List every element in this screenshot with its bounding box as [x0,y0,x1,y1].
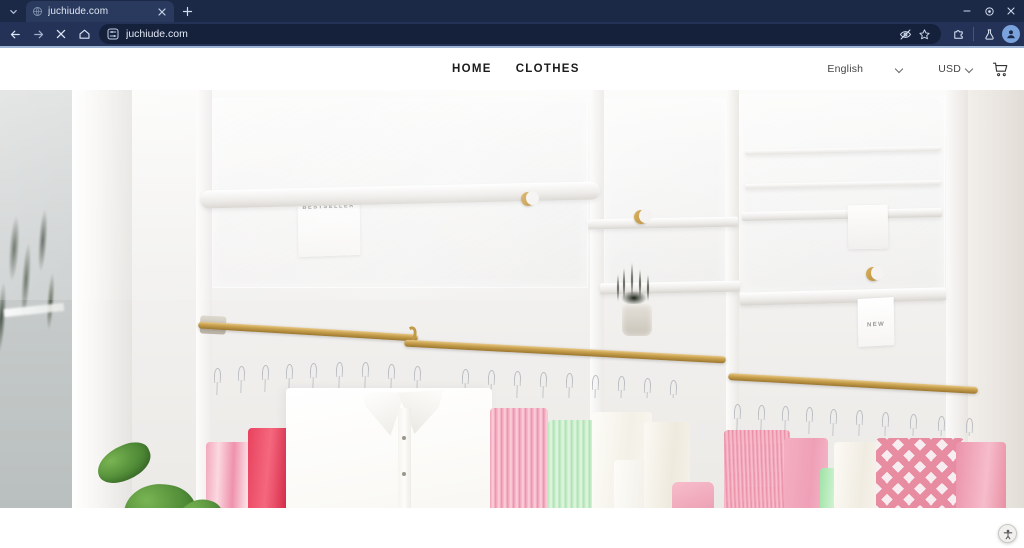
garment-pink-houndstooth [876,438,964,508]
eye-slash-icon[interactable] [897,26,914,43]
crescent-moon-decor-icon [866,266,884,281]
address-bar-url: juchiude.com [126,28,188,40]
star-icon[interactable] [916,26,933,43]
back-arrow-icon[interactable] [4,23,26,45]
tune-sliders-icon[interactable] [107,28,119,40]
header-utilities: English USD [827,59,1010,79]
shopping-cart-icon[interactable] [990,59,1010,79]
chevron-down-icon [965,65,974,74]
potted-spiky-plant [606,254,666,338]
close-icon[interactable] [155,5,168,18]
accessibility-person-icon[interactable] [998,524,1017,543]
hanger-hook [965,417,974,434]
flask-icon[interactable] [978,23,1000,45]
tab-strip: juchiude.com [0,0,1024,22]
hanger-hook [881,411,890,428]
hanger-hook [461,368,470,385]
chevron-down-icon [895,65,904,74]
hanger-hook [937,415,946,432]
address-bar[interactable]: juchiude.com [99,24,941,44]
address-bar-actions [897,26,933,43]
hanger-hook [855,409,864,426]
hanger-hook [643,377,652,394]
nav-link-clothes[interactable]: CLOTHES [516,63,580,75]
window-controls [956,0,1022,22]
shirt-placket [398,408,411,508]
hanger-hook [513,370,522,387]
hero-image: BESTSELLER NEW [0,90,1024,508]
glass-vase [622,304,652,336]
globe-icon [32,6,43,17]
hanger-hook [781,405,790,422]
home-icon[interactable] [73,23,95,45]
hanger-hook [539,371,548,388]
hanger-hook [309,362,318,379]
hanger-hook [387,363,396,380]
browser-tab[interactable]: juchiude.com [26,1,174,22]
nav-link-home[interactable]: HOME [452,63,492,75]
web-page: HOME CLOTHES English USD BESTSELLER NEW [0,48,1024,548]
crescent-moon-decor-icon [634,209,652,224]
hanger-hook [487,369,496,386]
new-sign-text: NEW [866,321,886,329]
new-sign: NEW [857,297,895,347]
close-window-button[interactable] [1000,0,1022,22]
hanger-hook [285,363,294,380]
garment-cream [834,442,880,508]
hanger-hook [757,404,766,421]
tab-title: juchiude.com [48,6,109,17]
shirt-button [402,472,406,476]
hanger-hook [909,413,918,430]
garment-green [548,420,598,508]
maximize-restore-button[interactable] [978,0,1000,22]
hanger-hook [213,367,222,384]
browser-toolbar: juchiude.com [0,22,1024,48]
hanger-hook [669,379,678,396]
store-interior-scene: BESTSELLER NEW [0,90,1024,508]
tab-search-chevron-down-icon[interactable] [0,0,26,22]
garment-white [614,460,644,508]
extensions-puzzle-icon[interactable] [947,23,969,45]
currency-selector[interactable]: USD [938,63,974,75]
hanger-hook [261,364,270,381]
account-avatar-icon[interactable] [1002,25,1020,43]
stop-loading-icon[interactable] [50,23,72,45]
forward-arrow-icon[interactable] [27,23,49,45]
glass-display-pane [739,94,945,294]
browser-window: juchiude.com juchiude.com HOME CLOTHES E… [0,0,1024,548]
toolbar-divider [973,27,974,41]
foreground-potted-plant [62,436,232,508]
currency-selector-value: USD [938,63,961,75]
hanger-hook [829,408,838,425]
hanger-hook [335,361,344,378]
plant-leaves [606,254,666,310]
garment-pink-pleated [490,408,548,508]
language-selector[interactable]: English [827,63,904,75]
pink-accessory [672,482,714,508]
site-header: HOME CLOTHES English USD [0,48,1024,90]
hanger-hook [361,361,370,378]
hanger-hook [617,375,626,392]
hanger-hook [805,406,814,423]
primary-navigation: HOME CLOTHES [452,63,580,75]
hanger-hook [591,374,600,391]
garment-pink-knit [724,430,790,508]
hanger-hook [565,372,574,389]
display-card [847,204,889,250]
new-tab-button[interactable] [174,1,200,22]
minimize-button[interactable] [956,0,978,22]
shirt-button [402,436,406,440]
crescent-moon-decor-icon [521,191,539,206]
hanger-hook [733,403,742,420]
language-selector-value: English [827,63,864,75]
hanger-hook [237,365,246,382]
hanger-hook [413,365,422,382]
garment-pink [956,442,1006,508]
